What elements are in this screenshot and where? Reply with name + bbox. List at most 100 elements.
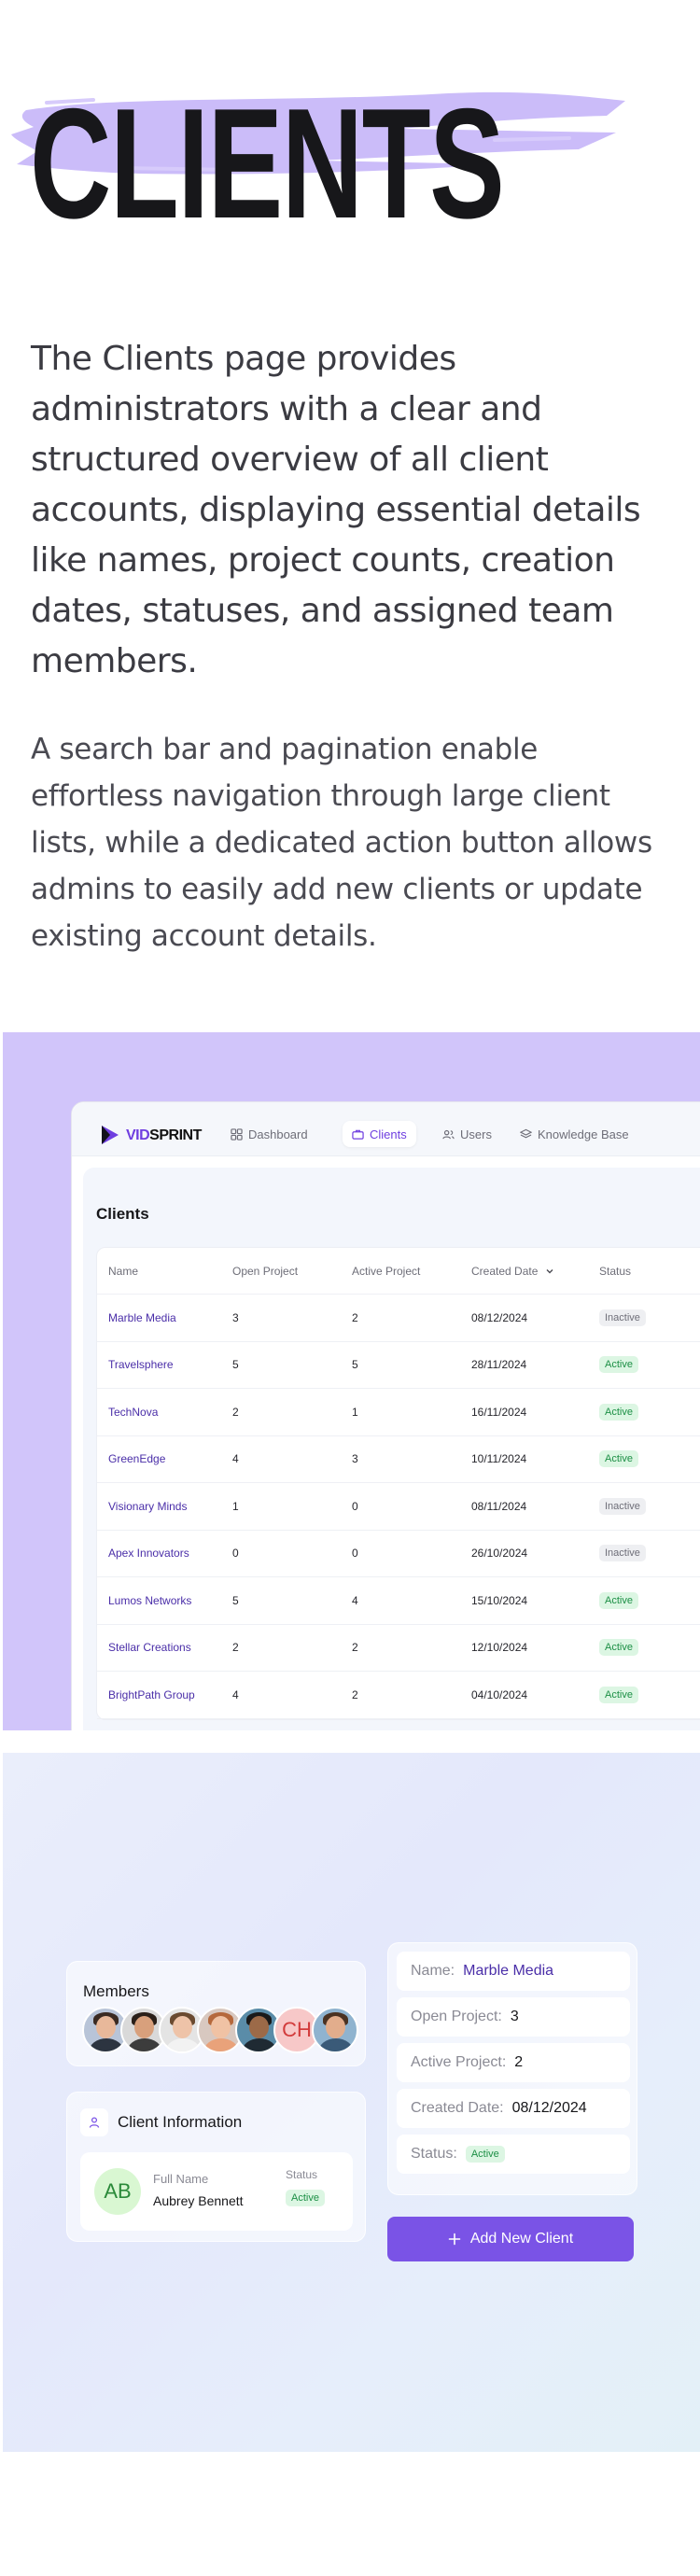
table-row[interactable]: Visionary Minds 1 0 08/11/2024 Inactive bbox=[97, 1483, 700, 1531]
status-field[interactable]: Status: Active bbox=[397, 2135, 630, 2174]
status-badge: Active bbox=[599, 1686, 638, 1703]
active-project-count: 4 bbox=[352, 1593, 358, 1607]
status-label: Status bbox=[286, 2168, 318, 2181]
created-date: 28/11/2024 bbox=[471, 1358, 527, 1372]
status-cell: Active bbox=[599, 1625, 638, 1672]
client-name[interactable]: Travelsphere bbox=[108, 1342, 174, 1389]
status-badge: Active bbox=[465, 2146, 505, 2163]
client-name[interactable]: TechNova bbox=[108, 1389, 158, 1435]
brand-logo[interactable]: VIDSPRINT bbox=[126, 1127, 202, 1144]
nav-knowledge-base-label: Knowledge Base bbox=[538, 1127, 629, 1141]
add-new-client-button[interactable]: Add New Client bbox=[387, 2217, 634, 2261]
nav-clients-label: Clients bbox=[370, 1127, 407, 1141]
avatar[interactable] bbox=[312, 2007, 358, 2053]
column-open-project[interactable]: Open Project bbox=[232, 1248, 298, 1294]
open-project-field-label: Open Project: bbox=[411, 2009, 502, 2024]
chevron-down-icon[interactable] bbox=[545, 1267, 554, 1276]
name-field[interactable]: Name: Marble Media bbox=[397, 1952, 630, 1991]
client-name[interactable]: Visionary Minds bbox=[108, 1483, 187, 1530]
users-icon bbox=[442, 1129, 455, 1139]
client-name[interactable]: Marble Media bbox=[108, 1295, 176, 1341]
client-detail-showcase: Members CH Client Information AB Full Na… bbox=[3, 1753, 700, 2452]
members-card: Members CH bbox=[66, 1961, 366, 2066]
full-name-label: Full Name bbox=[153, 2172, 209, 2186]
layers-icon bbox=[520, 1128, 532, 1138]
column-active-project[interactable]: Active Project bbox=[352, 1248, 420, 1294]
created-date-field[interactable]: Created Date: 08/12/2024 bbox=[397, 2089, 630, 2128]
status-cell: Inactive bbox=[599, 1483, 646, 1530]
status-field-label: Status: bbox=[411, 2146, 457, 2162]
active-project-field[interactable]: Active Project: 2 bbox=[397, 2043, 630, 2082]
status-badge: Active bbox=[599, 1403, 638, 1421]
status-badge: Active bbox=[599, 1356, 638, 1374]
clients-table-showcase: VIDSPRINT Dashboard Clients Users Knowle… bbox=[3, 1032, 700, 1730]
table-row[interactable]: Lumos Networks 5 4 15/10/2024 Active bbox=[97, 1577, 700, 1625]
client-name[interactable]: BrightPath Group bbox=[108, 1672, 195, 1718]
intro-paragraph: The Clients page provides administrators… bbox=[31, 340, 641, 680]
status-cell: Active bbox=[599, 1436, 638, 1483]
full-name-value: Aubrey Bennett bbox=[153, 2193, 244, 2208]
client-name[interactable]: Lumos Networks bbox=[108, 1577, 191, 1624]
column-created-date[interactable]: Created Date bbox=[471, 1248, 554, 1294]
description-paragraph: A search bar and pagination enable effor… bbox=[31, 733, 652, 953]
table-row[interactable]: BrightPath Group 4 2 04/10/2024 Active bbox=[97, 1672, 700, 1719]
clients-heading: Clients bbox=[96, 1205, 149, 1223]
column-status[interactable]: Status bbox=[599, 1248, 631, 1294]
status-cell: Active bbox=[599, 1672, 638, 1718]
active-project-field-value: 2 bbox=[514, 2054, 524, 2070]
member-avatars: CH bbox=[82, 2007, 358, 2053]
nav-dashboard[interactable]: Dashboard bbox=[221, 1121, 317, 1147]
table-row[interactable]: GreenEdge 4 3 10/11/2024 Active bbox=[97, 1436, 700, 1483]
client-information-title: Client Information bbox=[118, 2113, 243, 2131]
column-created-date-label: Created Date bbox=[471, 1264, 539, 1278]
members-title: Members bbox=[83, 1982, 149, 2000]
table-row[interactable]: Apex Innovators 0 0 26/10/2024 Inactive bbox=[97, 1531, 700, 1577]
play-logo-icon bbox=[102, 1126, 119, 1144]
created-date-field-value: 08/12/2024 bbox=[511, 2100, 587, 2116]
table-row[interactable]: Travelsphere 5 5 28/11/2024 Active bbox=[97, 1342, 700, 1389]
table-header: Name Open Project Active Project Created… bbox=[97, 1248, 700, 1295]
client-contact-row: AB Full Name Aubrey Bennett Status Activ… bbox=[80, 2152, 353, 2231]
client-name[interactable]: GreenEdge bbox=[108, 1436, 165, 1483]
created-date: 08/12/2024 bbox=[471, 1310, 528, 1324]
nav-knowledge-base[interactable]: Knowledge Base bbox=[511, 1121, 638, 1147]
open-project-field[interactable]: Open Project: 3 bbox=[397, 1997, 630, 2037]
name-field-label: Name: bbox=[411, 1963, 455, 1979]
active-project-count: 0 bbox=[352, 1547, 358, 1561]
active-project-count: 3 bbox=[352, 1452, 358, 1466]
open-project-count: 4 bbox=[232, 1452, 239, 1466]
status-cell: Inactive bbox=[599, 1295, 646, 1341]
add-new-client-label: Add New Client bbox=[469, 2231, 574, 2247]
active-project-count: 5 bbox=[352, 1358, 358, 1372]
nav-clients[interactable]: Clients bbox=[343, 1121, 416, 1147]
client-information-header: Client Information bbox=[80, 2108, 242, 2136]
status-badge: Inactive bbox=[599, 1309, 646, 1326]
table-row[interactable]: Stellar Creations 2 2 12/10/2024 Active bbox=[97, 1625, 700, 1672]
app-window: VIDSPRINT Dashboard Clients Users Knowle… bbox=[71, 1101, 700, 1730]
grid-icon bbox=[231, 1127, 243, 1141]
table-row[interactable]: Marble Media 3 2 08/12/2024 Inactive bbox=[97, 1295, 700, 1342]
nav-dashboard-label: Dashboard bbox=[248, 1127, 308, 1141]
active-project-count: 1 bbox=[352, 1405, 358, 1419]
table-row[interactable]: TechNova 2 1 16/11/2024 Active bbox=[97, 1389, 700, 1436]
client-name[interactable]: Apex Innovators bbox=[108, 1531, 189, 1577]
hero-section: CLIENTS The Clients page provides admini… bbox=[0, 0, 700, 1031]
created-date-field-label: Created Date: bbox=[411, 2100, 504, 2116]
status-badge: Inactive bbox=[599, 1545, 646, 1562]
clients-panel: Clients Name Open Project Active Project… bbox=[83, 1168, 700, 1730]
open-project-count: 4 bbox=[232, 1687, 239, 1701]
status-badge: Inactive bbox=[599, 1497, 646, 1515]
top-navigation: VIDSPRINT Dashboard Clients Users Knowle… bbox=[72, 1102, 700, 1156]
client-name[interactable]: Stellar Creations bbox=[108, 1625, 191, 1672]
nav-users[interactable]: Users bbox=[433, 1121, 501, 1147]
column-name[interactable]: Name bbox=[108, 1248, 138, 1294]
created-date: 04/10/2024 bbox=[471, 1687, 528, 1701]
open-project-count: 3 bbox=[232, 1310, 239, 1324]
status-badge: Active bbox=[286, 2190, 325, 2206]
status-cell: Active bbox=[599, 1577, 638, 1624]
active-project-field-label: Active Project: bbox=[411, 2054, 507, 2070]
plus-icon bbox=[448, 2233, 461, 2246]
created-date: 26/10/2024 bbox=[471, 1547, 528, 1561]
logo-suffix: SPRINT bbox=[149, 1127, 202, 1143]
active-project-count: 2 bbox=[352, 1310, 358, 1324]
